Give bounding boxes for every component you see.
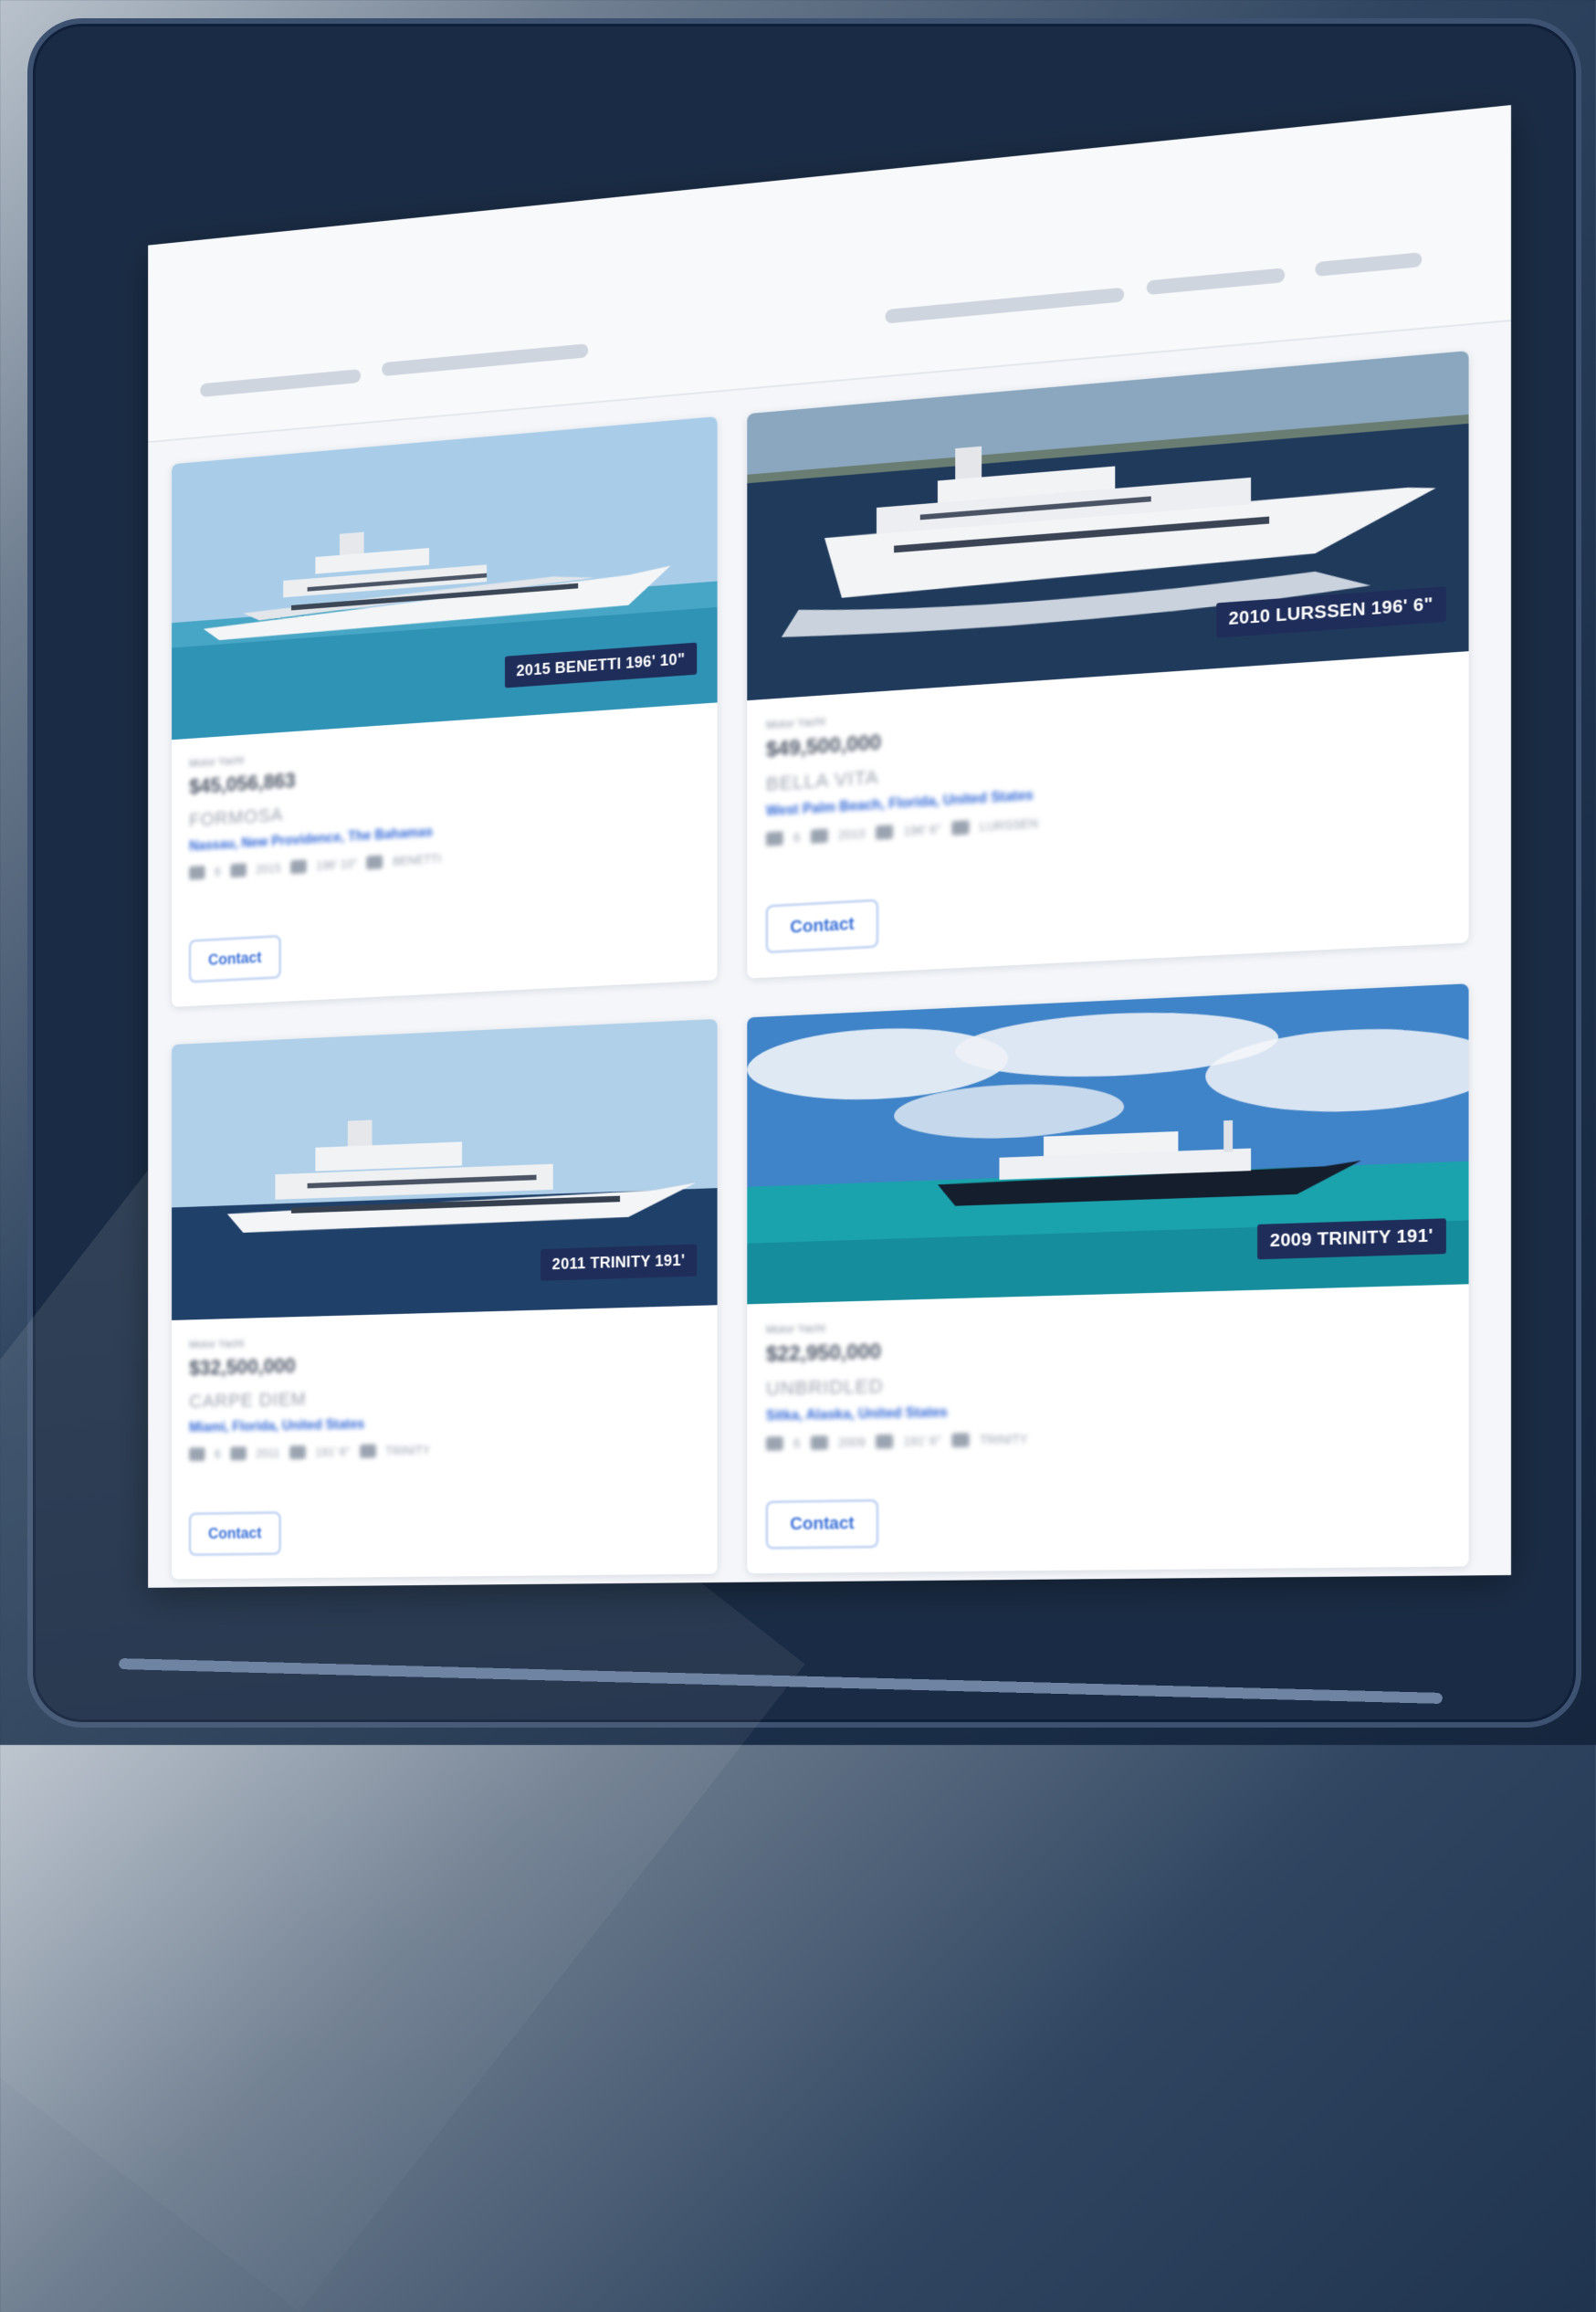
- spec-guests: 6: [215, 865, 221, 878]
- listing-card[interactable]: 2010 LURSSEN 196' 6" Motor Yacht $49,500…: [747, 351, 1468, 979]
- calendar-icon: [811, 828, 828, 843]
- yacht-image-bella-vita: [747, 351, 1468, 700]
- spec-builder: LURSSEN: [980, 816, 1038, 834]
- spec-length: 196' 6": [904, 822, 941, 838]
- spec-guests: 6: [793, 1436, 800, 1450]
- contact-button[interactable]: Contact: [766, 899, 878, 953]
- listing-specs: 6 2011 191' 6" TRINITY: [189, 1438, 698, 1461]
- guests-icon: [766, 1436, 783, 1451]
- builder-icon: [951, 820, 969, 835]
- builder-icon: [360, 1445, 376, 1458]
- yacht-photo[interactable]: 2010 LURSSEN 196' 6": [747, 351, 1468, 700]
- listing-tag: 2009 TRINITY 191': [1257, 1218, 1446, 1259]
- nav-placeholder-right-2: [1147, 268, 1285, 295]
- length-icon: [290, 859, 307, 874]
- contact-button[interactable]: Contact: [766, 1499, 878, 1549]
- guests-icon: [189, 866, 205, 880]
- contact-button[interactable]: Contact: [189, 935, 280, 983]
- listing-card[interactable]: 2011 TRINITY 191' Motor Yacht $32,500,00…: [172, 1019, 718, 1580]
- spec-builder: TRINITY: [385, 1443, 430, 1457]
- yacht-photo[interactable]: 2015 BENETTI 196' 10": [172, 416, 718, 740]
- builder-icon: [367, 855, 383, 869]
- spec-year: 2009: [838, 1434, 866, 1449]
- guests-icon: [766, 831, 783, 846]
- listing-name: CARPE DIEM: [189, 1379, 698, 1413]
- spec-guests: 6: [215, 1447, 221, 1461]
- yacht-photo[interactable]: 2011 TRINITY 191': [172, 1019, 718, 1320]
- guests-icon: [189, 1447, 205, 1461]
- builder-icon: [951, 1433, 969, 1447]
- calendar-icon: [811, 1435, 828, 1450]
- contact-button[interactable]: Contact: [189, 1511, 280, 1555]
- nav-placeholder-right-1: [886, 288, 1125, 324]
- listing-tag: 2011 TRINITY 191': [541, 1245, 697, 1281]
- nav-placeholder-left-1: [200, 369, 361, 397]
- spec-length: 191' 6": [904, 1434, 941, 1448]
- listing-location[interactable]: Sitka, Alaska, United States: [766, 1394, 1448, 1424]
- browser-screen: 2015 BENETTI 196' 10" Motor Yacht $45,05…: [148, 105, 1511, 1588]
- calendar-icon: [230, 863, 246, 878]
- length-icon: [289, 1445, 306, 1459]
- listing-card[interactable]: 2015 BENETTI 196' 10" Motor Yacht $45,05…: [172, 416, 718, 1007]
- spec-length: 196' 10": [316, 856, 357, 872]
- listing-name: UNBRIDLED: [766, 1362, 1448, 1401]
- length-icon: [876, 1434, 893, 1449]
- length-icon: [876, 825, 893, 839]
- calendar-icon: [230, 1446, 246, 1460]
- spec-builder: BENETTI: [393, 852, 441, 868]
- spec-year: 2010: [838, 826, 866, 842]
- yacht-photo[interactable]: 2009 TRINITY 191': [747, 983, 1468, 1304]
- spec-length: 191' 6": [315, 1445, 350, 1458]
- spec-year: 2015: [256, 861, 280, 876]
- yacht-image-formosa: [172, 416, 718, 740]
- listing-specs: 6 2009 191' 6" TRINITY: [766, 1424, 1448, 1450]
- listing-price: $32,500,000: [189, 1344, 698, 1381]
- listing-card[interactable]: 2009 TRINITY 191' Motor Yacht $22,950,00…: [747, 983, 1468, 1573]
- spec-year: 2011: [256, 1446, 279, 1460]
- nav-placeholder-right-3: [1315, 252, 1422, 277]
- spec-guests: 6: [793, 830, 800, 845]
- listing-location[interactable]: Miami, Florida, United States: [189, 1411, 698, 1436]
- spec-builder: TRINITY: [980, 1432, 1028, 1446]
- nav-placeholder-left-2: [382, 343, 588, 376]
